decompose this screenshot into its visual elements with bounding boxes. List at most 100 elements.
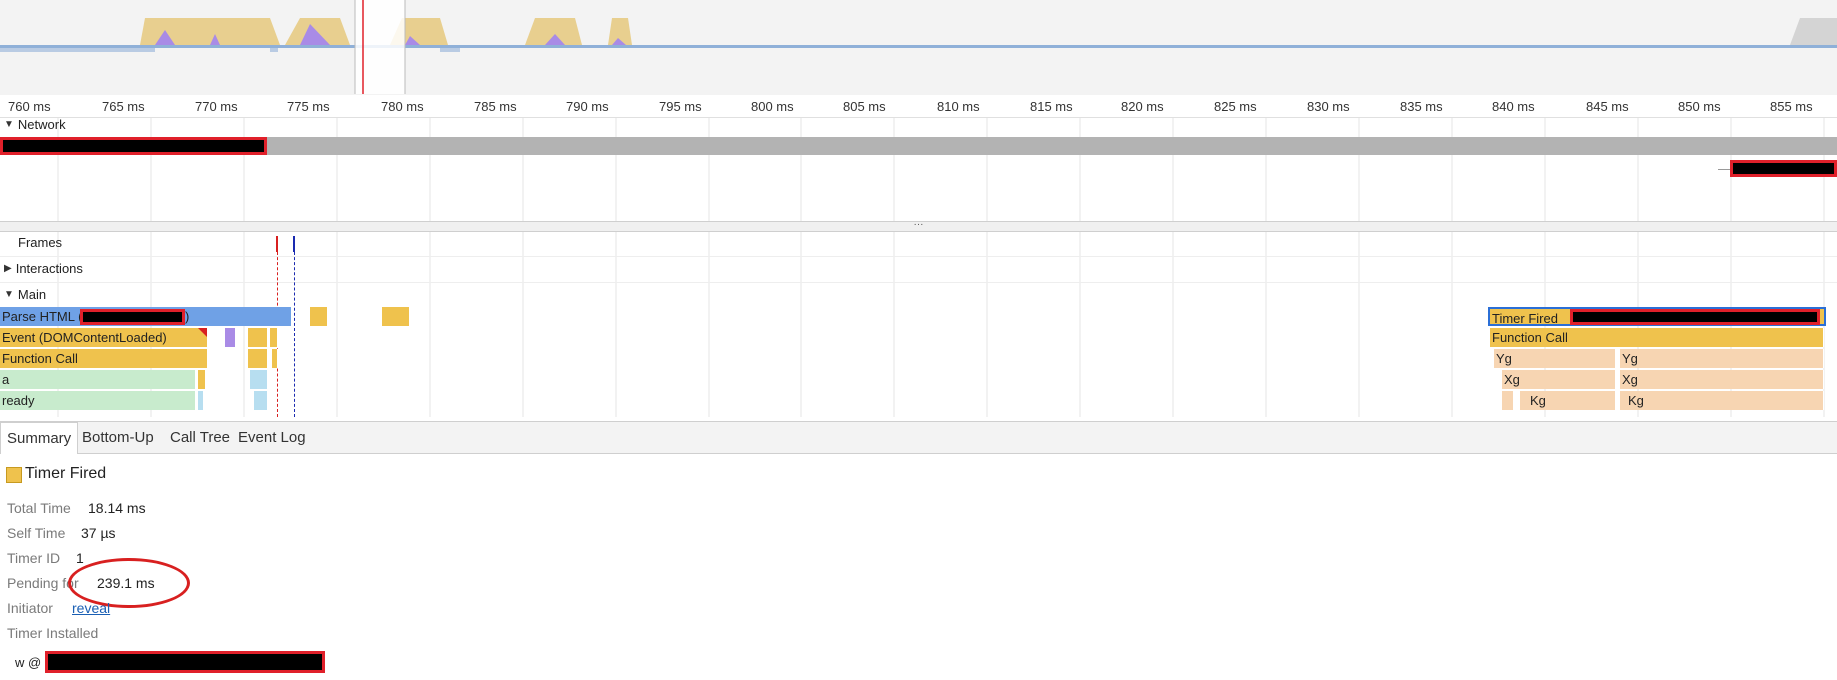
summary-title: Timer Fired bbox=[25, 465, 107, 482]
ruler-tick: 850 ms bbox=[1678, 99, 1721, 114]
expand-triangle-icon[interactable]: ▶ bbox=[4, 263, 12, 274]
task-slice[interactable] bbox=[250, 370, 268, 389]
ruler-tick: 785 ms bbox=[474, 99, 517, 114]
function-yg-slice[interactable]: Yg bbox=[1620, 349, 1824, 368]
ruler-tick: 830 ms bbox=[1307, 99, 1350, 114]
slice-label: ) bbox=[185, 309, 190, 324]
timer-installed-label: Timer Installed bbox=[7, 625, 99, 641]
function-kg-slice[interactable]: Kg bbox=[1520, 391, 1616, 410]
marker-blue bbox=[293, 236, 295, 252]
slice-label: Xg bbox=[1504, 372, 1520, 387]
redacted-request-url bbox=[0, 137, 267, 155]
task-slice[interactable] bbox=[270, 328, 278, 347]
redacted-url bbox=[1570, 309, 1820, 325]
collapse-triangle-icon[interactable]: ▼ bbox=[4, 289, 14, 300]
ruler-tick: 810 ms bbox=[937, 99, 980, 114]
warning-corner-icon bbox=[198, 328, 207, 337]
ruler-tick: 855 ms bbox=[1770, 99, 1813, 114]
stack-frame-function: w @ bbox=[15, 655, 42, 670]
collapse-triangle-icon[interactable]: ▼ bbox=[4, 119, 14, 130]
tab-bottom-up[interactable]: Bottom-Up bbox=[76, 422, 160, 453]
time-ruler: 760 ms 765 ms 770 ms 775 ms 780 ms 785 m… bbox=[0, 95, 1837, 118]
function-kg-slice[interactable]: Kg bbox=[1620, 391, 1824, 410]
timer-id-label: Timer ID bbox=[7, 550, 61, 566]
slice-label: Parse HTML ( bbox=[2, 309, 83, 324]
ruler-tick: 760 ms bbox=[8, 99, 51, 114]
network-track-label: Network bbox=[17, 117, 66, 132]
task-slice[interactable] bbox=[198, 370, 206, 389]
ruler-tick: 790 ms bbox=[566, 99, 609, 114]
task-slice[interactable] bbox=[198, 391, 204, 410]
task-slice[interactable] bbox=[248, 349, 268, 368]
slice-label: Kg bbox=[1530, 393, 1546, 408]
initiator-reveal-link[interactable]: reveal bbox=[72, 600, 110, 616]
ruler-tick: 795 ms bbox=[659, 99, 702, 114]
ruler-tick: 775 ms bbox=[287, 99, 330, 114]
ruler-tick: 825 ms bbox=[1214, 99, 1257, 114]
slice-label: Timer Fired bbox=[1492, 311, 1558, 326]
self-time-value: 37 µs bbox=[81, 525, 116, 541]
initiator-label: Initiator bbox=[7, 600, 53, 616]
task-slice[interactable] bbox=[382, 307, 410, 326]
ruler-tick: 770 ms bbox=[195, 99, 238, 114]
tab-summary[interactable]: Summary bbox=[0, 422, 79, 454]
total-time-label: Total Time bbox=[7, 500, 71, 516]
slice-label: Yg bbox=[1496, 351, 1512, 366]
ruler-tick: 765 ms bbox=[102, 99, 145, 114]
marker-line-blue bbox=[294, 252, 295, 417]
tab-event-log[interactable]: Event Log bbox=[232, 422, 312, 453]
network-track-header[interactable]: ▼ Network bbox=[4, 117, 66, 132]
slice-label: Event (DOMContentLoaded) bbox=[2, 330, 167, 345]
self-time-label: Self Time bbox=[7, 525, 66, 541]
slice-label: ready bbox=[2, 393, 35, 408]
details-tab-bar: Summary Bottom-Up Call Tree Event Log bbox=[0, 421, 1837, 454]
function-yg-slice[interactable]: Yg bbox=[1494, 349, 1616, 368]
function-a-slice[interactable]: a bbox=[0, 370, 196, 389]
row-divider bbox=[0, 256, 1837, 257]
frames-track-label: Frames bbox=[18, 235, 63, 250]
ruler-tick: 815 ms bbox=[1030, 99, 1073, 114]
total-time-value: 18.14 ms bbox=[88, 500, 146, 516]
ruler-tick: 835 ms bbox=[1400, 99, 1443, 114]
panel-splitter[interactable]: ··· bbox=[0, 220, 1837, 232]
ruler-tick: 805 ms bbox=[843, 99, 886, 114]
function-xg-slice[interactable]: Xg bbox=[1620, 370, 1824, 389]
marker-red bbox=[276, 236, 278, 252]
task-slice[interactable] bbox=[254, 391, 268, 410]
task-slice[interactable] bbox=[310, 307, 328, 326]
ruler-tick: 780 ms bbox=[381, 99, 424, 114]
timer-id-value: 1 bbox=[76, 550, 84, 566]
main-track-label: Main bbox=[17, 287, 47, 302]
ruler-tick: 800 ms bbox=[751, 99, 794, 114]
timeline-overview[interactable] bbox=[0, 0, 1837, 96]
slice-label: a bbox=[2, 372, 10, 387]
render-slice[interactable] bbox=[225, 328, 236, 347]
event-domcontentloaded-slice[interactable]: Event (DOMContentLoaded) bbox=[0, 328, 208, 347]
ruler-tick: 820 ms bbox=[1121, 99, 1164, 114]
tab-call-tree[interactable]: Call Tree bbox=[164, 422, 236, 453]
redacted-url bbox=[80, 309, 185, 325]
ruler-tick: 845 ms bbox=[1586, 99, 1629, 114]
slice-label: Function Call bbox=[1492, 330, 1568, 345]
task-slice[interactable] bbox=[248, 328, 268, 347]
function-ready-slice[interactable]: ready bbox=[0, 391, 196, 410]
slice-label: Yg bbox=[1622, 351, 1638, 366]
network-request-bar[interactable] bbox=[0, 137, 1837, 155]
slice-label: Kg bbox=[1628, 393, 1644, 408]
overview-activity-graph bbox=[0, 0, 1837, 94]
redacted-request-url bbox=[1730, 160, 1837, 177]
slice-label: Function Call bbox=[2, 351, 78, 366]
function-call-slice[interactable]: Function Call bbox=[1490, 328, 1824, 347]
task-slice[interactable] bbox=[1502, 391, 1514, 410]
interactions-track-header[interactable]: ▶ Interactions bbox=[4, 261, 83, 276]
frames-track-header[interactable]: Frames bbox=[18, 235, 62, 250]
interactions-track-label: Interactions bbox=[15, 261, 83, 276]
slice-label: Xg bbox=[1622, 372, 1638, 387]
task-slice[interactable] bbox=[272, 349, 278, 368]
row-divider bbox=[0, 282, 1837, 283]
redacted-stack-url[interactable] bbox=[45, 651, 325, 673]
ruler-tick: 840 ms bbox=[1492, 99, 1535, 114]
function-xg-slice[interactable]: Xg bbox=[1502, 370, 1616, 389]
function-call-slice[interactable]: Function Call bbox=[0, 349, 208, 368]
main-track-header[interactable]: ▼ Main bbox=[4, 287, 46, 302]
